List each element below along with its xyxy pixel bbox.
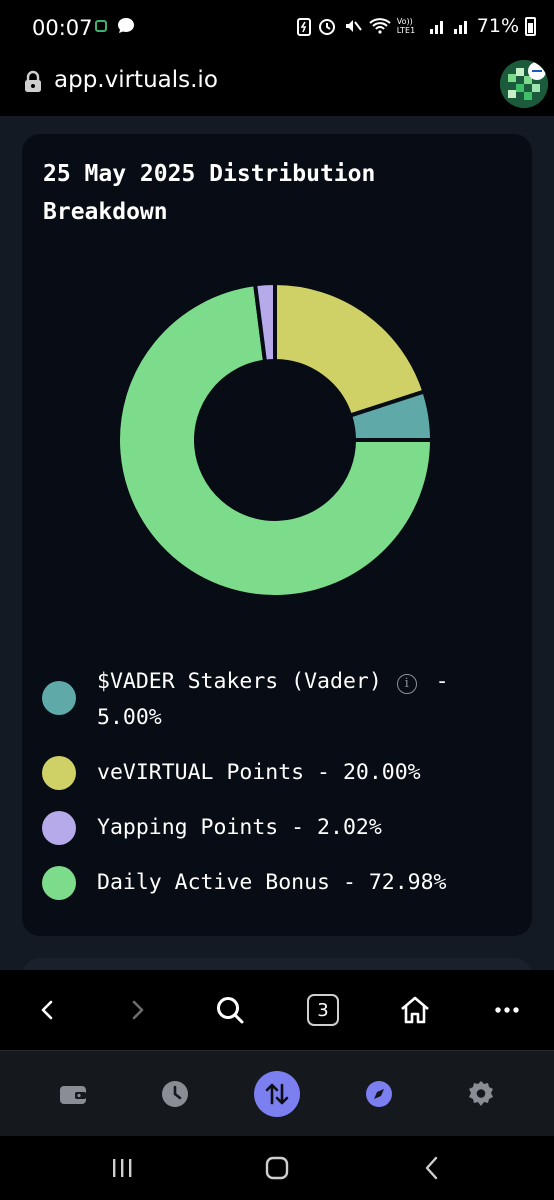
history-icon [162, 1081, 188, 1107]
system-navigation [0, 1136, 554, 1200]
next-card [22, 958, 532, 970]
page-content: 25 May 2025 Distribution Breakdown $VADE… [0, 116, 554, 970]
tabs-icon: 3 [307, 994, 339, 1026]
forward-icon [132, 1000, 144, 1020]
status-time: 00:07 [32, 16, 93, 40]
legend-text: Daily Active Bonus - 72.98% [97, 865, 507, 901]
legend-value: - 2.02% [278, 815, 382, 840]
legend-label: Yapping Points [97, 815, 279, 840]
legend-swatch [42, 866, 76, 900]
back-button[interactable] [27, 990, 67, 1030]
status-bar: 00:07 Vo)) LTE1 71% [0, 0, 554, 58]
forward-button[interactable] [118, 990, 158, 1030]
wallet-button[interactable] [50, 1071, 96, 1117]
legend-swatch [42, 681, 76, 715]
legend-label: Daily Active Bonus [97, 870, 330, 895]
search-icon [217, 997, 244, 1024]
legend-item: veVIRTUAL Points - 20.00% [42, 755, 512, 791]
chat-icon [118, 18, 134, 33]
info-icon[interactable]: i [396, 673, 417, 694]
swap-button[interactable] [254, 1071, 300, 1117]
system-home-icon [265, 1156, 289, 1180]
card-title: 25 May 2025 Distribution Breakdown [43, 161, 376, 225]
wifi-icon [369, 18, 391, 34]
back-icon [41, 1000, 53, 1020]
recent-apps-icon [113, 1159, 132, 1177]
mute-icon [345, 20, 362, 32]
system-back-button[interactable] [416, 1154, 448, 1182]
donut-slice-vevirtual-points[interactable] [273, 281, 427, 418]
legend-item: Daily Active Bonus - 72.98% [42, 865, 512, 901]
legend-value: - 20.00% [304, 760, 421, 785]
more-icon [495, 1007, 519, 1013]
battery-percent: 71% [476, 15, 519, 37]
legend-label: veVIRTUAL Points [97, 760, 305, 785]
home-icon [401, 996, 429, 1024]
chart-legend: $VADER Stakers (Vader) i - 5.00% veVIRTUA… [42, 664, 512, 920]
battery-saver-icon [296, 18, 311, 36]
donut-chart [116, 281, 434, 599]
url-bar[interactable]: app.virtuals.io [0, 58, 554, 116]
legend-item: $VADER Stakers (Vader) i - 5.00% [42, 664, 512, 736]
battery-icon [525, 16, 536, 36]
legend-value: - 72.98% [330, 870, 447, 895]
tab-count-label: 3 [317, 999, 329, 1021]
app-dock [0, 1050, 554, 1136]
signal-icon-2 [453, 21, 467, 34]
recent-apps-button[interactable] [106, 1154, 138, 1182]
legend-text: Yapping Points - 2.02% [97, 810, 507, 846]
settings-icon [469, 1081, 493, 1106]
explore-button[interactable] [356, 1071, 402, 1117]
legend-text: $VADER Stakers (Vader) i - 5.00% [97, 664, 507, 736]
settings-button[interactable] [458, 1071, 504, 1117]
home-button[interactable] [395, 990, 435, 1030]
distribution-card: 25 May 2025 Distribution Breakdown $VADE… [22, 134, 532, 936]
alarm-icon [318, 19, 335, 35]
browser-toolbar: 3 [0, 970, 554, 1050]
lock-icon [25, 70, 41, 92]
wallet-icon [60, 1086, 86, 1104]
legend-swatch [42, 756, 76, 790]
system-back-icon [425, 1156, 438, 1180]
legend-text: veVIRTUAL Points - 20.00% [97, 755, 507, 791]
tabs-button[interactable]: 3 [303, 990, 343, 1030]
extension-badge[interactable] [500, 60, 548, 108]
signal-icon [429, 21, 443, 34]
legend-item: Yapping Points - 2.02% [42, 810, 512, 846]
url-text[interactable]: app.virtuals.io [54, 67, 218, 93]
extension-minus-icon [528, 62, 546, 80]
app-notification-icon [95, 20, 107, 32]
more-button[interactable] [487, 990, 527, 1030]
network-label: Vo)) LTE1 [396, 17, 416, 35]
explore-icon [366, 1081, 392, 1107]
legend-label: $VADER Stakers (Vader) [97, 669, 382, 694]
history-button[interactable] [152, 1071, 198, 1117]
swap-icon [265, 1083, 289, 1105]
legend-swatch [42, 811, 76, 845]
system-home-button[interactable] [261, 1154, 293, 1182]
search-button[interactable] [210, 990, 250, 1030]
